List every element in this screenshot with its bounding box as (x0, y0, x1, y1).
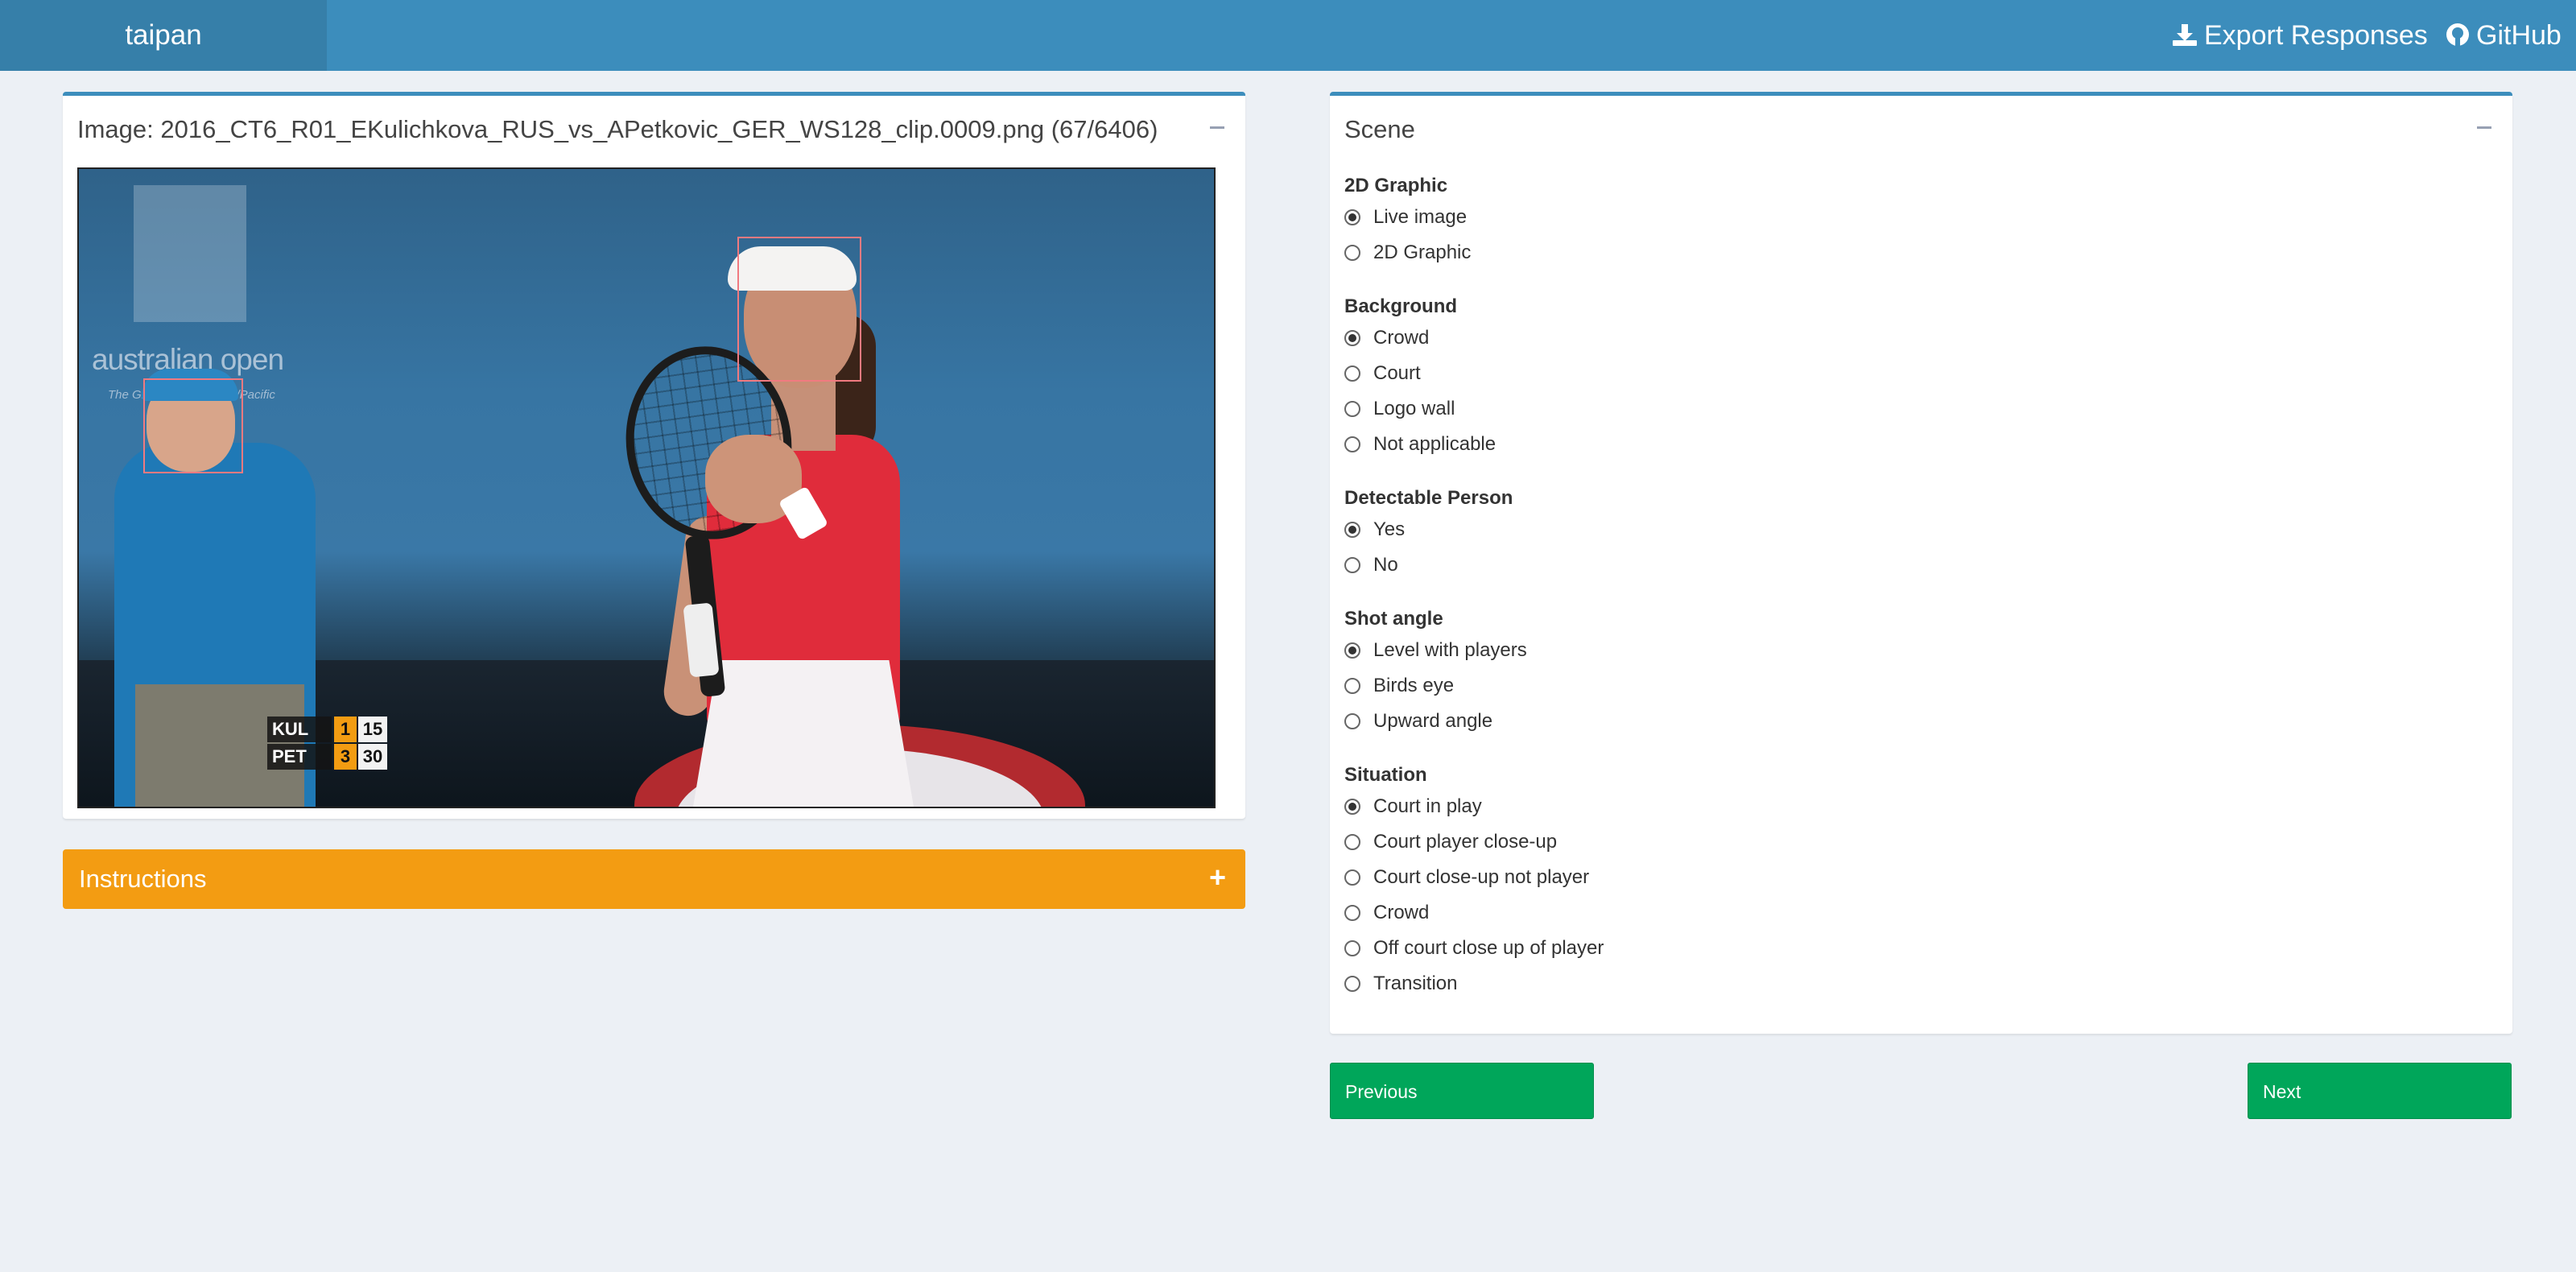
radio-button[interactable] (1344, 401, 1360, 417)
radio-button[interactable] (1344, 522, 1360, 538)
top-navbar: taipan Export Responses GitHub (0, 0, 2576, 71)
github-link[interactable]: GitHub (2446, 0, 2562, 71)
radio-button[interactable] (1344, 330, 1360, 346)
frame-image: australian open The Grand Slam of Asia/P… (77, 167, 1216, 808)
image-title: Image: 2016_CT6_R01_EKulichkova_RUS_vs_A… (77, 115, 1158, 143)
option-crowd[interactable]: Crowd (1344, 326, 1429, 350)
github-label: GitHub (2476, 20, 2562, 51)
option-yes[interactable]: Yes (1344, 518, 1405, 542)
export-responses-label: Export Responses (2204, 20, 2428, 51)
option-court-in-play[interactable]: Court in play (1344, 795, 1482, 819)
option-upward-angle[interactable]: Upward angle (1344, 709, 1492, 733)
radio-button[interactable] (1344, 642, 1360, 659)
option-court-player-close-up[interactable]: Court player close-up (1344, 830, 1557, 854)
option-2d-graphic[interactable]: 2D Graphic (1344, 241, 1471, 265)
option-not-applicable[interactable]: Not applicable (1344, 432, 1496, 456)
question-detectable-person-label: Detectable Person (1344, 487, 1513, 509)
option-level-with-players[interactable]: Level with players (1344, 638, 1527, 663)
scoreboard-row: KUL 1 15 (267, 717, 387, 742)
question-shot-angle-label: Shot angle (1344, 608, 1443, 630)
radio-button[interactable] (1344, 713, 1360, 729)
question-2d-graphic-label: 2D Graphic (1344, 175, 1448, 196)
option-transition[interactable]: Transition (1344, 972, 1457, 996)
question-situation-label: Situation (1344, 764, 1427, 786)
face-bounding-box (143, 378, 243, 473)
radio-button[interactable] (1344, 365, 1360, 382)
radio-button[interactable] (1344, 557, 1360, 573)
github-icon (2446, 23, 2469, 47)
app-logo[interactable]: taipan (0, 0, 327, 71)
question-background-label: Background (1344, 295, 1458, 317)
radio-button[interactable] (1344, 869, 1360, 886)
next-button[interactable]: Next (2248, 1063, 2512, 1119)
radio-button[interactable] (1344, 209, 1360, 225)
scoreboard: KUL 1 15 PET 3 30 (267, 717, 387, 771)
option-birds-eye[interactable]: Birds eye (1344, 674, 1454, 698)
option-situation-crowd[interactable]: Crowd (1344, 901, 1429, 925)
radio-button[interactable] (1344, 905, 1360, 921)
option-logo-wall[interactable]: Logo wall (1344, 397, 1455, 421)
option-court[interactable]: Court (1344, 361, 1421, 386)
expand-icon[interactable]: + (1209, 861, 1226, 894)
previous-button[interactable]: Previous (1330, 1063, 1594, 1119)
instructions-title: Instructions (79, 865, 207, 893)
option-off-court-close-up[interactable]: Off court close up of player (1344, 936, 1604, 960)
radio-button[interactable] (1344, 799, 1360, 815)
scene-box-collapse-button[interactable] (2475, 118, 2493, 136)
export-responses-link[interactable]: Export Responses (2172, 0, 2428, 71)
radio-button[interactable] (1344, 834, 1360, 850)
radio-button[interactable] (1344, 976, 1360, 992)
scene-title: Scene (1344, 115, 1415, 143)
radio-button[interactable] (1344, 436, 1360, 452)
radio-button[interactable] (1344, 940, 1360, 956)
option-court-close-up-not-player[interactable]: Court close-up not player (1344, 865, 1589, 890)
option-no[interactable]: No (1344, 553, 1398, 577)
face-bounding-box (737, 237, 861, 382)
radio-button[interactable] (1344, 245, 1360, 261)
image-box-collapse-button[interactable] (1208, 118, 1226, 136)
download-icon (2173, 24, 2197, 47)
scene-box: Scene 2D Graphic Live image 2D Graphic B… (1330, 92, 2512, 1034)
instructions-box[interactable]: Instructions + (63, 849, 1245, 909)
option-live-image[interactable]: Live image (1344, 205, 1467, 229)
watermark-logo (134, 185, 246, 322)
radio-button[interactable] (1344, 678, 1360, 694)
scoreboard-row: PET 3 30 (267, 744, 387, 770)
